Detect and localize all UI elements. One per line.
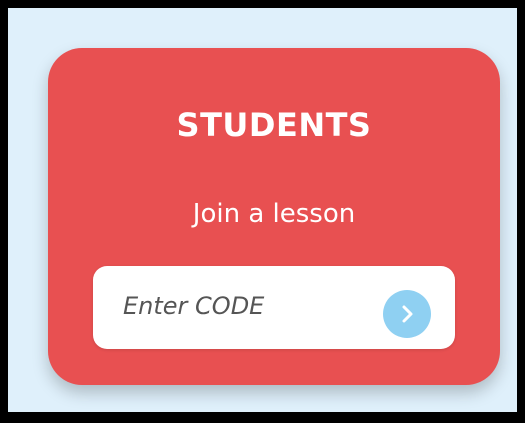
lesson-code-input[interactable] [123, 286, 363, 326]
page-background: STUDENTS Join a lesson [8, 8, 517, 412]
join-submit-button[interactable] [383, 290, 431, 338]
students-card: STUDENTS Join a lesson [48, 48, 500, 385]
code-entry-box [93, 266, 455, 349]
chevron-right-icon [402, 305, 413, 323]
students-heading: STUDENTS [176, 106, 372, 144]
join-lesson-label: Join a lesson [192, 199, 356, 229]
